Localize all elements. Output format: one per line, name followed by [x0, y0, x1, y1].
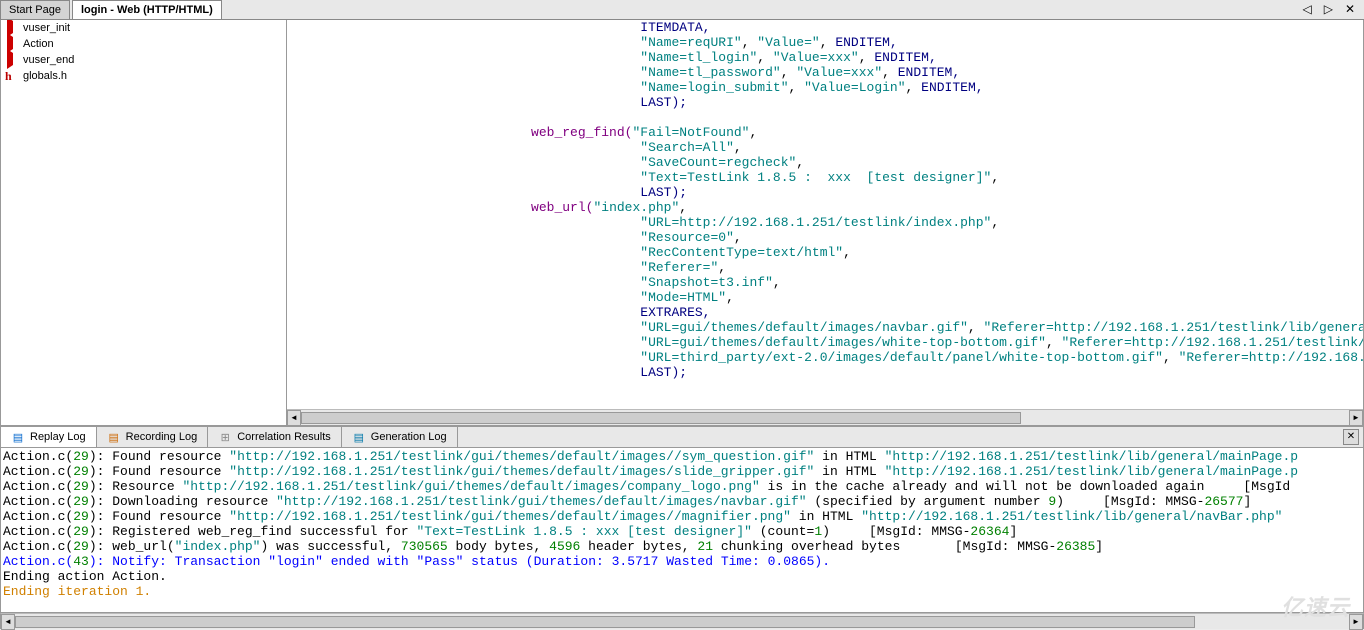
next-tab-btn[interactable]: ▷ [1321, 2, 1336, 17]
tree-label: globals.h [23, 70, 67, 82]
tree-item-vuser-end[interactable]: vuser_end [1, 52, 286, 68]
code-editor[interactable]: ITEMDATA, "Name=reqURI", "Value=", ENDIT… [287, 20, 1363, 409]
replay-log-icon: ▤ [11, 430, 25, 444]
tree-item-vuser-init[interactable]: vuser_init [1, 20, 286, 36]
tab-label: Replay Log [30, 431, 86, 443]
recording-log-icon: ▤ [107, 430, 121, 444]
action-icon [5, 53, 19, 67]
tree-label: vuser_init [23, 22, 70, 34]
document-tabs: Start Page login - Web (HTTP/HTML) ◁ ▷ ✕ [0, 0, 1364, 20]
main-split: vuser_init Action vuser_end h globals.h … [0, 20, 1364, 426]
code-editor-pane: − − ITEMDATA, "Name=reqURI", "Value=", E… [287, 20, 1363, 425]
tree-item-action[interactable]: Action [1, 36, 286, 52]
tab-generation-log[interactable]: ▤ Generation Log [342, 427, 458, 447]
close-output-pane[interactable]: ✕ [1343, 429, 1359, 445]
tab-login-web[interactable]: login - Web (HTTP/HTML) [72, 0, 222, 19]
tab-start-page[interactable]: Start Page [0, 0, 70, 19]
scroll-right-arrow[interactable]: ► [1349, 410, 1363, 425]
tab-label: Correlation Results [237, 431, 331, 443]
script-tree[interactable]: vuser_init Action vuser_end h globals.h [1, 20, 287, 425]
tab-correlation-results[interactable]: ⊞ Correlation Results [208, 427, 342, 447]
generation-log-icon: ▤ [352, 430, 366, 444]
tab-replay-log[interactable]: ▤ Replay Log [1, 427, 97, 447]
tab-recording-log[interactable]: ▤ Recording Log [97, 427, 209, 447]
close-tab-btn[interactable]: ✕ [1342, 2, 1358, 17]
header-file-icon: h [5, 69, 19, 83]
code-hscrollbar[interactable]: ◄ ► [287, 409, 1363, 425]
scroll-thumb[interactable] [15, 616, 1195, 628]
replay-log-output[interactable]: Action.c(29): Found resource "http://192… [0, 448, 1364, 613]
correlation-icon: ⊞ [218, 430, 232, 444]
tree-label: Action [23, 38, 54, 50]
output-tabs: ▤ Replay Log ▤ Recording Log ⊞ Correlati… [0, 426, 1364, 448]
tree-label: vuser_end [23, 54, 74, 66]
tab-label: Recording Log [126, 431, 198, 443]
tab-label: Generation Log [371, 431, 447, 443]
log-hscrollbar[interactable]: ◄ ► [0, 613, 1364, 629]
prev-tab-btn[interactable]: ◁ [1299, 2, 1314, 17]
scroll-left-arrow[interactable]: ◄ [287, 410, 301, 425]
tree-item-globals-h[interactable]: h globals.h [1, 68, 286, 84]
tab-window-buttons: ◁ ▷ ✕ [1299, 0, 1364, 19]
scroll-thumb[interactable] [301, 412, 1021, 424]
